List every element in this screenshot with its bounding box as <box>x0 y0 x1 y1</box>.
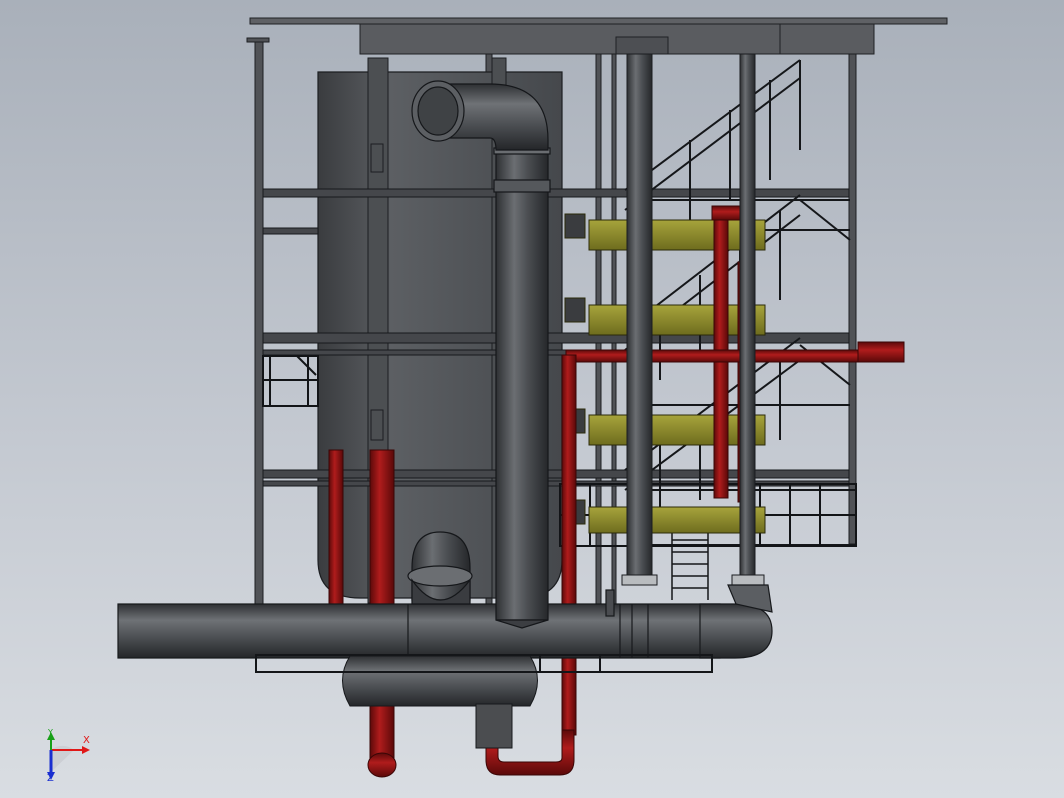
coordinate-triad: X Y Z <box>38 728 98 784</box>
equipment-model[interactable] <box>0 0 1064 798</box>
ladder <box>671 530 709 600</box>
y-axis-label: Y <box>48 728 53 737</box>
roof-deck <box>249 17 948 55</box>
z-axis-label: Z <box>47 773 54 784</box>
railing-left <box>262 355 319 407</box>
x-axis-label: X <box>83 735 90 746</box>
cad-viewport[interactable]: X Y Z <box>0 0 1064 798</box>
